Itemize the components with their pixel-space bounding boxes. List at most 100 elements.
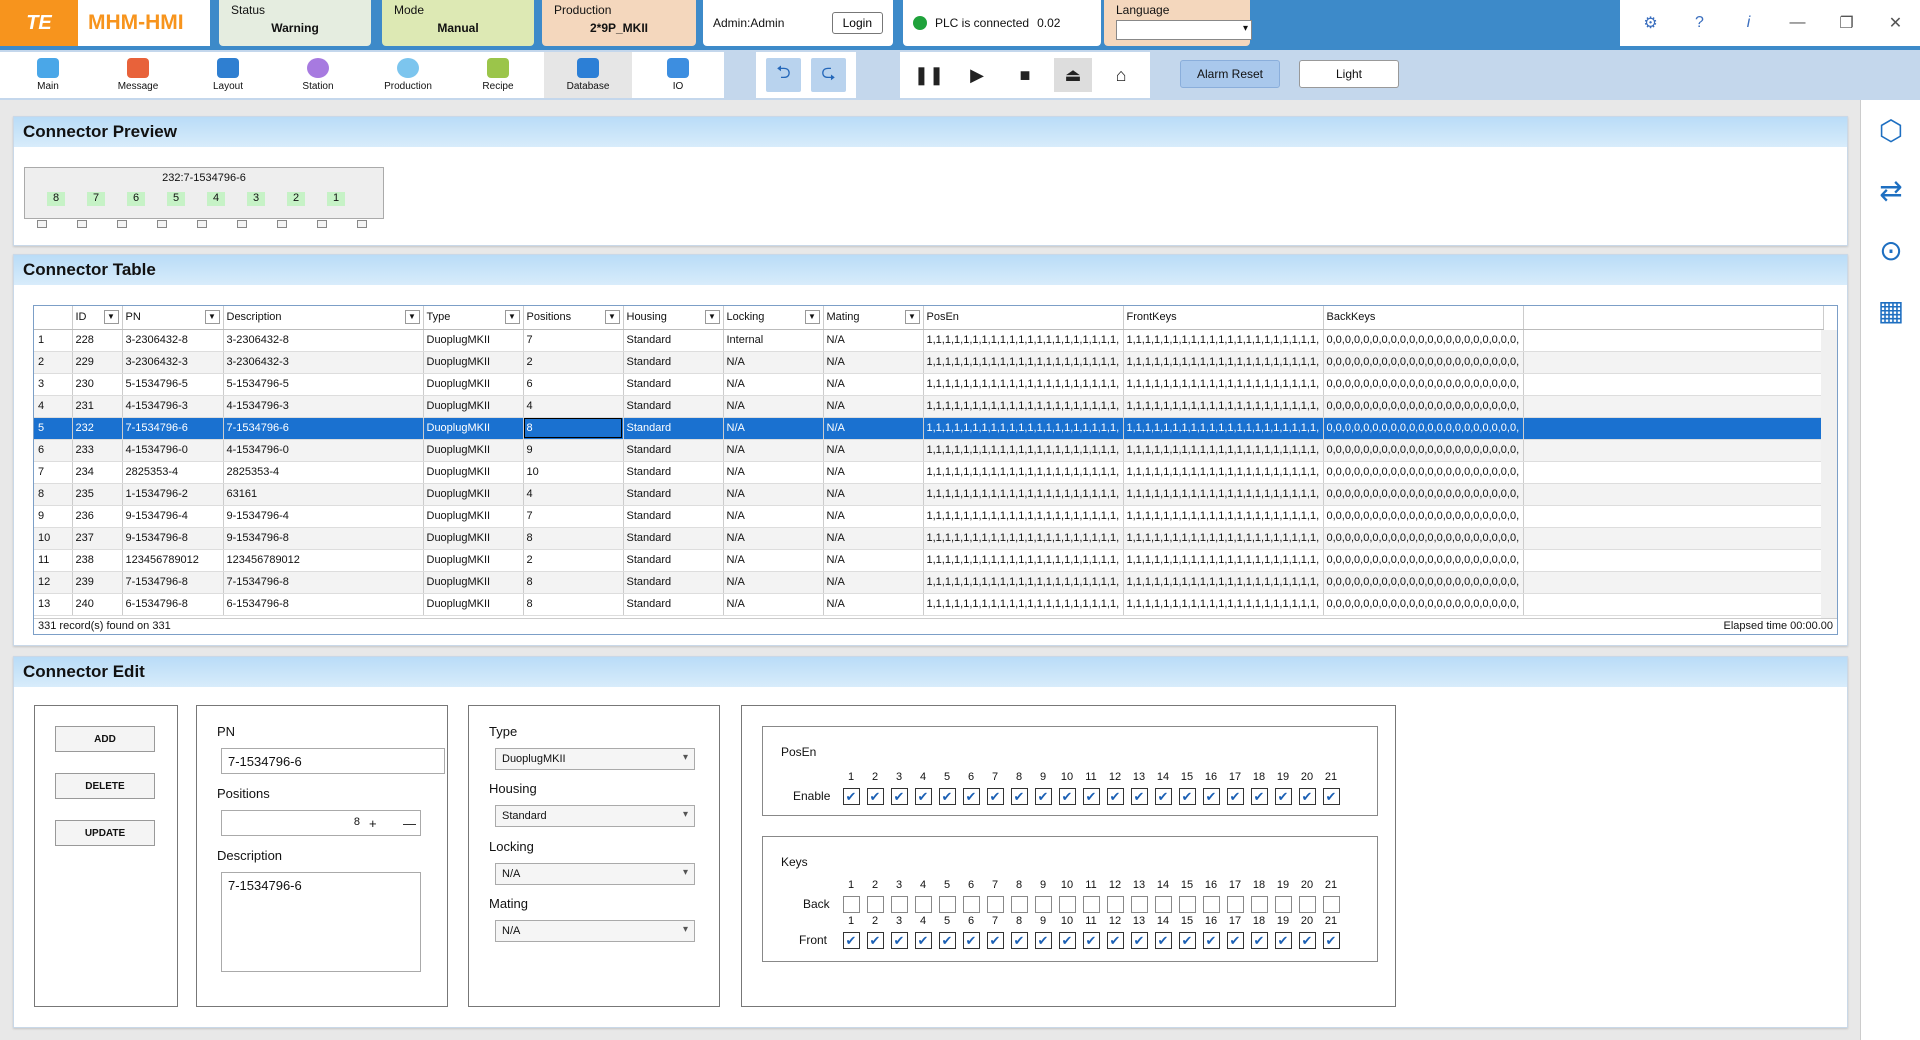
- table-cell[interactable]: 234: [72, 461, 123, 484]
- table-cell[interactable]: 1,1,1,1,1,1,1,1,1,1,1,1,1,1,1,1,1,1,1,1,…: [923, 439, 1124, 462]
- table-cell[interactable]: DuoplugMKII: [423, 373, 524, 396]
- table-cell[interactable]: N/A: [823, 571, 924, 594]
- table-cell[interactable]: 2825353-4: [223, 461, 424, 484]
- table-cell[interactable]: N/A: [723, 461, 824, 484]
- table-cell[interactable]: 0,0,0,0,0,0,0,0,0,0,0,0,0,0,0,0,0,0,0,0,…: [1323, 549, 1524, 572]
- table-cell[interactable]: N/A: [823, 593, 924, 616]
- front-key-checkbox[interactable]: ✔: [1250, 932, 1268, 949]
- posen-checkbox[interactable]: ✔: [1154, 788, 1172, 805]
- table-row[interactable]: 4 231 4-1534796-3 4-1534796-3 DuoplugMKII 4 St…: [34, 395, 1824, 418]
- alarm-reset-button[interactable]: Alarm Reset: [1180, 60, 1280, 88]
- description-input[interactable]: 7-1534796-6: [221, 872, 421, 972]
- front-key-checkbox[interactable]: ✔: [1178, 932, 1196, 949]
- table-cell[interactable]: 0,0,0,0,0,0,0,0,0,0,0,0,0,0,0,0,0,0,0,0,…: [1323, 395, 1524, 418]
- table-cell[interactable]: Standard: [623, 593, 724, 616]
- table-cell[interactable]: Internal: [723, 329, 824, 352]
- posen-checkbox[interactable]: ✔: [914, 788, 932, 805]
- posen-checkbox[interactable]: ✔: [1250, 788, 1268, 805]
- table-cell[interactable]: 4-1534796-3: [122, 395, 224, 418]
- table-cell[interactable]: 1,1,1,1,1,1,1,1,1,1,1,1,1,1,1,1,1,1,1,1,…: [923, 527, 1124, 550]
- table-cell[interactable]: 123456789012: [223, 549, 424, 572]
- table-cell[interactable]: DuoplugMKII: [423, 483, 524, 506]
- filter-icon[interactable]: ▼: [103, 310, 119, 324]
- back-key-checkbox[interactable]: ✔: [1130, 896, 1148, 913]
- type-select[interactable]: DuoplugMKII: [495, 748, 695, 770]
- column-header[interactable]: PosEn: [923, 306, 1124, 330]
- table-cell[interactable]: 231: [72, 395, 123, 418]
- table-cell[interactable]: 238: [72, 549, 123, 572]
- back-key-checkbox[interactable]: ✔: [1010, 896, 1028, 913]
- update-button[interactable]: UPDATE: [55, 820, 155, 846]
- column-header[interactable]: Mating ▼: [823, 306, 924, 330]
- table-cell[interactable]: 1,1,1,1,1,1,1,1,1,1,1,1,1,1,1,1,1,1,1,1,…: [1123, 461, 1324, 484]
- table-cell[interactable]: 8: [523, 417, 624, 440]
- cube-icon[interactable]: ⬡: [1861, 100, 1920, 160]
- table-cell[interactable]: 7-1534796-6: [223, 417, 424, 440]
- column-header[interactable]: Type ▼: [423, 306, 524, 330]
- add-button[interactable]: ADD: [55, 726, 155, 752]
- table-cell[interactable]: 1,1,1,1,1,1,1,1,1,1,1,1,1,1,1,1,1,1,1,1,…: [923, 461, 1124, 484]
- table-cell[interactable]: N/A: [723, 417, 824, 440]
- play-icon[interactable]: ▶: [958, 58, 996, 92]
- table-row[interactable]: 3 230 5-1534796-5 5-1534796-5 DuoplugMKII 6 St…: [34, 373, 1824, 396]
- nav-station[interactable]: Station: [274, 52, 362, 98]
- undo-icon[interactable]: ⮌: [766, 58, 801, 92]
- table-cell[interactable]: N/A: [823, 439, 924, 462]
- table-cell[interactable]: 9-1534796-8: [223, 527, 424, 550]
- table-cell[interactable]: N/A: [823, 351, 924, 374]
- table-cell[interactable]: 7-1534796-8: [122, 571, 224, 594]
- filter-icon[interactable]: ▼: [504, 310, 520, 324]
- table-cell[interactable]: 230: [72, 373, 123, 396]
- column-header[interactable]: Positions ▼: [523, 306, 624, 330]
- table-cell[interactable]: 2: [523, 351, 624, 374]
- posen-checkbox[interactable]: ✔: [986, 788, 1004, 805]
- front-key-checkbox[interactable]: ✔: [1298, 932, 1316, 949]
- table-row[interactable]: 12 239 7-1534796-8 7-1534796-8 DuoplugMKII 8 S…: [34, 571, 1824, 594]
- table-cell[interactable]: 5-1534796-5: [223, 373, 424, 396]
- locking-select[interactable]: N/A: [495, 863, 695, 885]
- table-cell[interactable]: 233: [72, 439, 123, 462]
- back-key-checkbox[interactable]: ✔: [986, 896, 1004, 913]
- table-row[interactable]: 1 228 3-2306432-8 3-2306432-8 DuoplugMKII 7 St…: [34, 329, 1824, 352]
- table-cell[interactable]: N/A: [723, 527, 824, 550]
- language-select[interactable]: [1116, 20, 1252, 40]
- back-key-checkbox[interactable]: ✔: [1250, 896, 1268, 913]
- front-key-checkbox[interactable]: ✔: [1106, 932, 1124, 949]
- back-key-checkbox[interactable]: ✔: [890, 896, 908, 913]
- route-icon[interactable]: ⇄: [1861, 160, 1920, 220]
- table-cell[interactable]: 1,1,1,1,1,1,1,1,1,1,1,1,1,1,1,1,1,1,1,1,…: [923, 505, 1124, 528]
- table-row[interactable]: 13 240 6-1534796-8 6-1534796-8 DuoplugMKII 8 S…: [34, 593, 1824, 616]
- front-key-checkbox[interactable]: ✔: [914, 932, 932, 949]
- table-cell[interactable]: 1,1,1,1,1,1,1,1,1,1,1,1,1,1,1,1,1,1,1,1,…: [1123, 329, 1324, 352]
- table-cell[interactable]: 9-1534796-8: [122, 527, 224, 550]
- decrement-icon[interactable]: —: [403, 816, 416, 831]
- back-key-checkbox[interactable]: ✔: [938, 896, 956, 913]
- back-key-checkbox[interactable]: ✔: [914, 896, 932, 913]
- front-key-checkbox[interactable]: ✔: [1226, 932, 1244, 949]
- pause-icon[interactable]: ❚❚: [910, 58, 948, 92]
- table-cell[interactable]: N/A: [823, 549, 924, 572]
- table-cell[interactable]: 0,0,0,0,0,0,0,0,0,0,0,0,0,0,0,0,0,0,0,0,…: [1323, 461, 1524, 484]
- mating-select[interactable]: N/A: [495, 920, 695, 942]
- table-cell[interactable]: 3-2306432-3: [223, 351, 424, 374]
- nav-production[interactable]: Production: [364, 52, 452, 98]
- table-cell[interactable]: Standard: [623, 417, 724, 440]
- table-row[interactable]: 2 229 3-2306432-3 3-2306432-3 DuoplugMKII 2 St…: [34, 351, 1824, 374]
- increment-icon[interactable]: +: [369, 816, 377, 831]
- table-cell[interactable]: 1,1,1,1,1,1,1,1,1,1,1,1,1,1,1,1,1,1,1,1,…: [1123, 549, 1324, 572]
- table-cell[interactable]: 0,0,0,0,0,0,0,0,0,0,0,0,0,0,0,0,0,0,0,0,…: [1323, 351, 1524, 374]
- back-key-checkbox[interactable]: ✔: [1034, 896, 1052, 913]
- filter-icon[interactable]: ▼: [904, 310, 920, 324]
- posen-checkbox[interactable]: ✔: [1106, 788, 1124, 805]
- table-cell[interactable]: 2: [523, 549, 624, 572]
- nav-recipe[interactable]: Recipe: [454, 52, 542, 98]
- posen-checkbox[interactable]: ✔: [1082, 788, 1100, 805]
- table-cell[interactable]: N/A: [823, 417, 924, 440]
- table-cell[interactable]: DuoplugMKII: [423, 417, 524, 440]
- table-cell[interactable]: 6-1534796-8: [223, 593, 424, 616]
- back-key-checkbox[interactable]: ✔: [1298, 896, 1316, 913]
- column-header[interactable]: PN ▼: [122, 306, 224, 330]
- nav-io[interactable]: IO: [634, 52, 722, 98]
- table-cell[interactable]: 1,1,1,1,1,1,1,1,1,1,1,1,1,1,1,1,1,1,1,1,…: [1123, 439, 1324, 462]
- eject-icon[interactable]: ⏏: [1054, 58, 1092, 92]
